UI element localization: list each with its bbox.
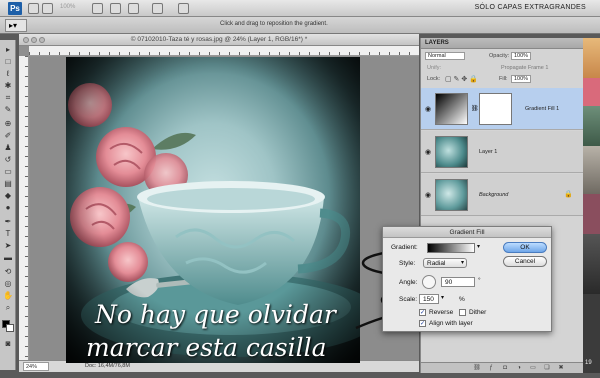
- page-number: 19: [585, 360, 592, 366]
- visibility-eye-icon[interactable]: ◉: [425, 105, 431, 113]
- reverse-checkbox[interactable]: ✓: [419, 309, 426, 316]
- scale-label: Scale:: [399, 296, 418, 303]
- gradient-picker[interactable]: [427, 243, 475, 253]
- swatch-strip-1[interactable]: [583, 38, 600, 78]
- propagate-label[interactable]: Propagate Frame 1: [501, 65, 548, 71]
- annotation-line-1: No hay que olvidar: [95, 300, 336, 329]
- layer-1[interactable]: ◉ Layer 1: [421, 131, 584, 173]
- unify-row: Unify: Propagate Frame 1: [421, 63, 584, 74]
- layers-footer: ⛓ ƒ ◘ ◑ ▭ ❏ ✖: [421, 362, 584, 373]
- layer-style-icon[interactable]: ƒ: [487, 365, 495, 372]
- lock-icon: 🔒: [564, 191, 573, 198]
- layer-gradient-fill[interactable]: ◉ ⛓ Gradient Fill 1: [421, 88, 584, 130]
- lock-icons[interactable]: ▢ ✎ ✥ 🔒: [445, 75, 478, 83]
- layer-background[interactable]: ◉ Background 🔒: [421, 174, 584, 216]
- dither-label: Dither: [469, 309, 487, 316]
- angle-label: Angle:: [399, 279, 418, 286]
- visibility-eye-icon[interactable]: ◉: [425, 191, 431, 199]
- add-mask-icon[interactable]: ◘: [501, 365, 509, 372]
- reverse-label: Reverse: [429, 309, 454, 316]
- link-icon: ⛓: [471, 106, 479, 112]
- ok-button[interactable]: OK: [503, 242, 547, 253]
- visibility-eye-icon[interactable]: ◉: [425, 148, 431, 156]
- layer-name[interactable]: Background: [479, 192, 508, 198]
- photoshop-window: Ps 100% SÓLO CAPAS EXTRAGRANDES ▸▾ Click…: [0, 0, 600, 378]
- style-select[interactable]: Radial ▾: [423, 258, 467, 268]
- swatch-strip-2[interactable]: [583, 78, 600, 106]
- blend-row: Normal Opacity: 100%: [421, 51, 584, 62]
- cancel-button[interactable]: Cancel: [503, 256, 547, 267]
- scale-unit: %: [459, 296, 465, 303]
- angle-unit: °: [478, 277, 481, 284]
- annotation-line-2: marcar esta casilla: [86, 333, 327, 362]
- swatch-strip-5[interactable]: [583, 194, 600, 234]
- opacity-label: Opacity:: [489, 53, 510, 59]
- swatch-strip-6[interactable]: [583, 234, 600, 294]
- new-group-icon[interactable]: ▭: [529, 365, 537, 372]
- swatch-strip-4[interactable]: [583, 146, 600, 194]
- style-value: Radial: [427, 260, 446, 267]
- angle-dial[interactable]: [422, 275, 436, 289]
- lock-row: Lock: ▢ ✎ ✥ 🔒 Fill: 100%: [421, 74, 584, 85]
- lock-label: Lock:: [427, 76, 441, 82]
- layer-1-thumbnail: [435, 136, 468, 168]
- scale-input[interactable]: 150: [419, 294, 439, 304]
- chevron-down-icon: ▾: [460, 260, 464, 266]
- right-panel-strip: 19: [583, 38, 600, 373]
- align-with-layer-label: Align with layer: [429, 320, 473, 327]
- fill-label: Fill:: [499, 76, 508, 82]
- layer-name[interactable]: Layer 1: [479, 149, 497, 155]
- opacity-field[interactable]: 100%: [511, 52, 531, 60]
- dialog-title: Gradient Fill: [383, 227, 551, 238]
- layer-name[interactable]: Gradient Fill 1: [525, 106, 559, 112]
- unify-label: Unify:: [427, 65, 442, 71]
- adjustment-layer-icon[interactable]: ◑: [515, 365, 523, 372]
- gradient-dropdown-icon[interactable]: ▾: [477, 243, 480, 250]
- dither-checkbox[interactable]: [459, 309, 466, 316]
- layer-mask-thumbnail[interactable]: [479, 93, 512, 125]
- gradient-label: Gradient:: [391, 244, 418, 251]
- gradient-layer-thumbnail: [435, 93, 468, 125]
- swatch-strip-3[interactable]: [583, 106, 600, 146]
- background-layer-thumbnail: [435, 179, 468, 211]
- link-layers-icon[interactable]: ⛓: [473, 365, 481, 372]
- blend-mode-select[interactable]: Normal: [425, 52, 465, 60]
- style-label: Style:: [399, 260, 416, 267]
- align-with-layer-checkbox[interactable]: ✓: [419, 320, 426, 327]
- layers-tab[interactable]: LAYERS: [421, 38, 583, 49]
- scale-dropdown-icon[interactable]: ▾: [441, 294, 444, 301]
- gradient-fill-dialog: Gradient Fill Gradient: ▾ Style: Radial …: [382, 226, 552, 332]
- new-layer-icon[interactable]: ❏: [543, 365, 551, 372]
- delete-layer-icon[interactable]: ✖: [557, 365, 565, 372]
- angle-input[interactable]: 90: [441, 277, 475, 287]
- fill-field[interactable]: 100%: [511, 75, 531, 83]
